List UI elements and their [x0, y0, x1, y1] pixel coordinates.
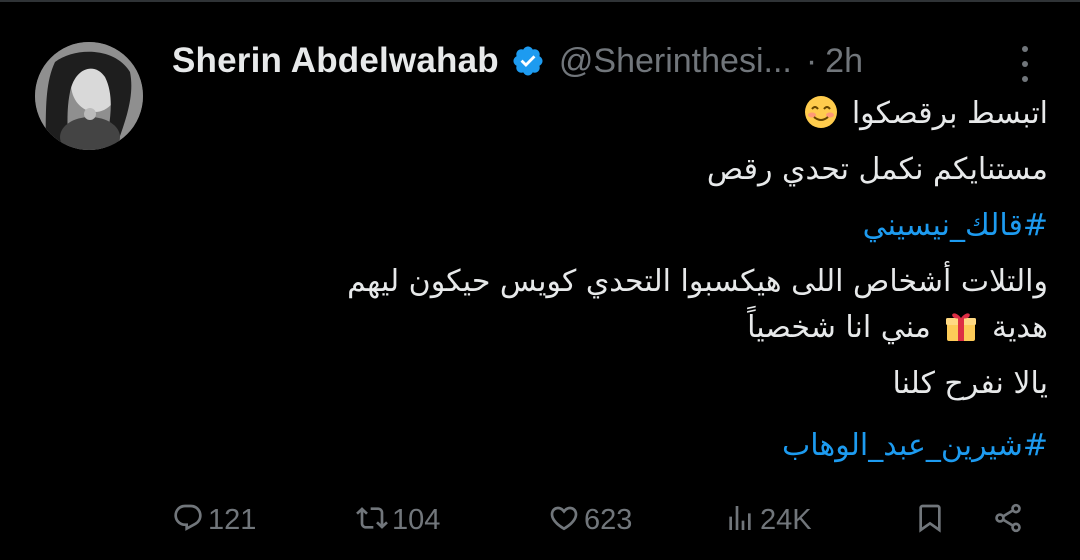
tweet-line-5: هدية مني انا شخصياً [747, 309, 1048, 345]
verified-badge-icon [511, 44, 545, 78]
avatar[interactable] [35, 42, 143, 150]
bookmark-button[interactable] [914, 498, 946, 542]
timestamp[interactable]: 2h [825, 42, 863, 81]
views-count: 24K [760, 503, 812, 536]
reply-count: 121 [208, 503, 257, 536]
handle[interactable]: @Sherinthesi... [559, 42, 792, 81]
reply-button[interactable]: 121 [172, 498, 256, 542]
like-button[interactable]: 623 [548, 498, 632, 542]
tweet-line-1: اتبسط برقصكوا [800, 92, 1048, 136]
retweet-count: 104 [392, 503, 441, 536]
action-bar: 121 104 623 24K [172, 498, 1032, 542]
reply-icon [172, 502, 204, 539]
tweet-line-6: يالا نفرح كلنا [892, 366, 1048, 401]
share-button[interactable] [992, 498, 1024, 542]
hashtag-link[interactable]: #شيرين_عبد_الوهاب [782, 424, 1048, 468]
bookmark-icon [914, 502, 946, 539]
more-options-icon[interactable] [1013, 46, 1037, 82]
like-count: 623 [584, 503, 633, 536]
divider [0, 0, 1080, 2]
hashtag-link[interactable]: #قالك_نيسيني [863, 204, 1048, 248]
tweet-line-2: مستنايكم نكمل تحدي رقص [706, 152, 1048, 187]
separator-dot: · [805, 41, 818, 80]
tweet-line-4: والتلات أشخاص اللى هيكسبوا التحدي كويس ح… [347, 264, 1048, 299]
retweet-icon [356, 502, 388, 539]
tweet-card[interactable]: Sherin Abdelwahab @Sherinthesi... · 2h ا… [0, 0, 1080, 560]
views-button[interactable]: 24K [724, 498, 812, 542]
smiling-face-emoji-icon [804, 95, 838, 129]
gift-emoji-icon [944, 309, 978, 343]
views-icon [724, 502, 756, 539]
retweet-button[interactable]: 104 [356, 498, 440, 542]
share-icon [992, 502, 1024, 539]
like-icon [548, 502, 580, 539]
display-name[interactable]: Sherin Abdelwahab [172, 41, 499, 81]
tweet-header: Sherin Abdelwahab @Sherinthesi... · 2h [172, 36, 863, 86]
